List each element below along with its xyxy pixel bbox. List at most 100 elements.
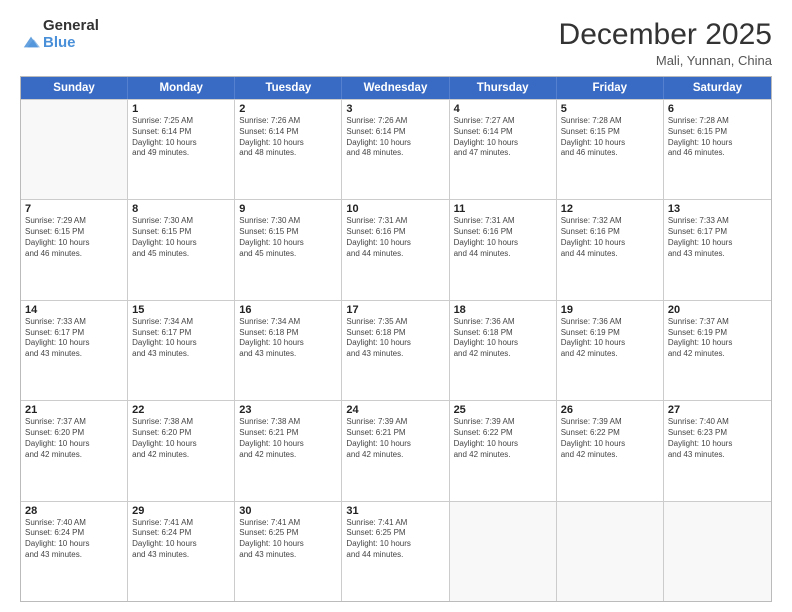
day-number: 8	[132, 203, 230, 215]
day-number: 11	[454, 203, 552, 215]
location: Mali, Yunnan, China	[559, 53, 772, 68]
calendar-row-4: 28Sunrise: 7:40 AM Sunset: 6:24 PM Dayli…	[21, 501, 771, 601]
day-info: Sunrise: 7:39 AM Sunset: 6:22 PM Dayligh…	[454, 417, 552, 460]
day-cell-20: 20Sunrise: 7:37 AM Sunset: 6:19 PM Dayli…	[664, 301, 771, 400]
day-number: 19	[561, 304, 659, 316]
day-info: Sunrise: 7:37 AM Sunset: 6:20 PM Dayligh…	[25, 417, 123, 460]
day-number: 1	[132, 103, 230, 115]
day-number: 13	[668, 203, 767, 215]
day-number: 27	[668, 404, 767, 416]
day-info: Sunrise: 7:41 AM Sunset: 6:25 PM Dayligh…	[239, 518, 337, 561]
title-block: December 2025 Mali, Yunnan, China	[559, 18, 772, 68]
weekday-thursday: Thursday	[450, 77, 557, 99]
day-info: Sunrise: 7:35 AM Sunset: 6:18 PM Dayligh…	[346, 317, 444, 360]
day-number: 2	[239, 103, 337, 115]
day-info: Sunrise: 7:28 AM Sunset: 6:15 PM Dayligh…	[561, 116, 659, 159]
day-info: Sunrise: 7:40 AM Sunset: 6:24 PM Dayligh…	[25, 518, 123, 561]
day-cell-17: 17Sunrise: 7:35 AM Sunset: 6:18 PM Dayli…	[342, 301, 449, 400]
day-cell-7: 7Sunrise: 7:29 AM Sunset: 6:15 PM Daylig…	[21, 200, 128, 299]
day-info: Sunrise: 7:41 AM Sunset: 6:24 PM Dayligh…	[132, 518, 230, 561]
day-number: 29	[132, 505, 230, 517]
logo-general: General	[43, 18, 99, 35]
day-info: Sunrise: 7:34 AM Sunset: 6:18 PM Dayligh…	[239, 317, 337, 360]
day-number: 21	[25, 404, 123, 416]
day-info: Sunrise: 7:33 AM Sunset: 6:17 PM Dayligh…	[25, 317, 123, 360]
day-cell-14: 14Sunrise: 7:33 AM Sunset: 6:17 PM Dayli…	[21, 301, 128, 400]
day-cell-1: 1Sunrise: 7:25 AM Sunset: 6:14 PM Daylig…	[128, 100, 235, 199]
day-cell-27: 27Sunrise: 7:40 AM Sunset: 6:23 PM Dayli…	[664, 401, 771, 500]
calendar-body: 1Sunrise: 7:25 AM Sunset: 6:14 PM Daylig…	[21, 99, 771, 601]
weekday-sunday: Sunday	[21, 77, 128, 99]
day-info: Sunrise: 7:39 AM Sunset: 6:22 PM Dayligh…	[561, 417, 659, 460]
day-info: Sunrise: 7:29 AM Sunset: 6:15 PM Dayligh…	[25, 216, 123, 259]
weekday-wednesday: Wednesday	[342, 77, 449, 99]
weekday-monday: Monday	[128, 77, 235, 99]
day-info: Sunrise: 7:33 AM Sunset: 6:17 PM Dayligh…	[668, 216, 767, 259]
day-number: 30	[239, 505, 337, 517]
day-info: Sunrise: 7:40 AM Sunset: 6:23 PM Dayligh…	[668, 417, 767, 460]
day-cell-9: 9Sunrise: 7:30 AM Sunset: 6:15 PM Daylig…	[235, 200, 342, 299]
day-cell-21: 21Sunrise: 7:37 AM Sunset: 6:20 PM Dayli…	[21, 401, 128, 500]
day-info: Sunrise: 7:31 AM Sunset: 6:16 PM Dayligh…	[346, 216, 444, 259]
calendar-row-1: 7Sunrise: 7:29 AM Sunset: 6:15 PM Daylig…	[21, 199, 771, 299]
day-cell-19: 19Sunrise: 7:36 AM Sunset: 6:19 PM Dayli…	[557, 301, 664, 400]
day-cell-12: 12Sunrise: 7:32 AM Sunset: 6:16 PM Dayli…	[557, 200, 664, 299]
day-cell-30: 30Sunrise: 7:41 AM Sunset: 6:25 PM Dayli…	[235, 502, 342, 601]
day-cell-3: 3Sunrise: 7:26 AM Sunset: 6:14 PM Daylig…	[342, 100, 449, 199]
day-info: Sunrise: 7:34 AM Sunset: 6:17 PM Dayligh…	[132, 317, 230, 360]
calendar-row-0: 1Sunrise: 7:25 AM Sunset: 6:14 PM Daylig…	[21, 99, 771, 199]
day-info: Sunrise: 7:32 AM Sunset: 6:16 PM Dayligh…	[561, 216, 659, 259]
day-number: 12	[561, 203, 659, 215]
day-number: 18	[454, 304, 552, 316]
day-number: 9	[239, 203, 337, 215]
day-cell-4: 4Sunrise: 7:27 AM Sunset: 6:14 PM Daylig…	[450, 100, 557, 199]
day-info: Sunrise: 7:26 AM Sunset: 6:14 PM Dayligh…	[239, 116, 337, 159]
day-cell-25: 25Sunrise: 7:39 AM Sunset: 6:22 PM Dayli…	[450, 401, 557, 500]
day-info: Sunrise: 7:38 AM Sunset: 6:20 PM Dayligh…	[132, 417, 230, 460]
day-number: 6	[668, 103, 767, 115]
day-cell-10: 10Sunrise: 7:31 AM Sunset: 6:16 PM Dayli…	[342, 200, 449, 299]
day-number: 25	[454, 404, 552, 416]
weekday-tuesday: Tuesday	[235, 77, 342, 99]
day-number: 28	[25, 505, 123, 517]
day-number: 20	[668, 304, 767, 316]
day-number: 4	[454, 103, 552, 115]
weekday-saturday: Saturday	[664, 77, 771, 99]
day-cell-29: 29Sunrise: 7:41 AM Sunset: 6:24 PM Dayli…	[128, 502, 235, 601]
day-cell-18: 18Sunrise: 7:36 AM Sunset: 6:18 PM Dayli…	[450, 301, 557, 400]
day-cell-23: 23Sunrise: 7:38 AM Sunset: 6:21 PM Dayli…	[235, 401, 342, 500]
day-info: Sunrise: 7:36 AM Sunset: 6:18 PM Dayligh…	[454, 317, 552, 360]
day-info: Sunrise: 7:39 AM Sunset: 6:21 PM Dayligh…	[346, 417, 444, 460]
day-info: Sunrise: 7:41 AM Sunset: 6:25 PM Dayligh…	[346, 518, 444, 561]
day-number: 10	[346, 203, 444, 215]
day-info: Sunrise: 7:37 AM Sunset: 6:19 PM Dayligh…	[668, 317, 767, 360]
empty-cell-0-0	[21, 100, 128, 199]
day-cell-2: 2Sunrise: 7:26 AM Sunset: 6:14 PM Daylig…	[235, 100, 342, 199]
empty-cell-4-6	[664, 502, 771, 601]
day-number: 24	[346, 404, 444, 416]
weekday-friday: Friday	[557, 77, 664, 99]
day-cell-24: 24Sunrise: 7:39 AM Sunset: 6:21 PM Dayli…	[342, 401, 449, 500]
day-cell-8: 8Sunrise: 7:30 AM Sunset: 6:15 PM Daylig…	[128, 200, 235, 299]
day-number: 5	[561, 103, 659, 115]
day-cell-15: 15Sunrise: 7:34 AM Sunset: 6:17 PM Dayli…	[128, 301, 235, 400]
day-info: Sunrise: 7:30 AM Sunset: 6:15 PM Dayligh…	[239, 216, 337, 259]
day-cell-16: 16Sunrise: 7:34 AM Sunset: 6:18 PM Dayli…	[235, 301, 342, 400]
header: General Blue December 2025 Mali, Yunnan,…	[20, 18, 772, 68]
day-cell-5: 5Sunrise: 7:28 AM Sunset: 6:15 PM Daylig…	[557, 100, 664, 199]
day-number: 17	[346, 304, 444, 316]
day-info: Sunrise: 7:31 AM Sunset: 6:16 PM Dayligh…	[454, 216, 552, 259]
day-number: 22	[132, 404, 230, 416]
month-title: December 2025	[559, 18, 772, 51]
day-cell-13: 13Sunrise: 7:33 AM Sunset: 6:17 PM Dayli…	[664, 200, 771, 299]
day-number: 16	[239, 304, 337, 316]
day-cell-6: 6Sunrise: 7:28 AM Sunset: 6:15 PM Daylig…	[664, 100, 771, 199]
day-cell-31: 31Sunrise: 7:41 AM Sunset: 6:25 PM Dayli…	[342, 502, 449, 601]
logo-blue: Blue	[43, 35, 99, 52]
day-cell-11: 11Sunrise: 7:31 AM Sunset: 6:16 PM Dayli…	[450, 200, 557, 299]
calendar-row-2: 14Sunrise: 7:33 AM Sunset: 6:17 PM Dayli…	[21, 300, 771, 400]
logo: General Blue	[20, 18, 99, 51]
empty-cell-4-5	[557, 502, 664, 601]
day-number: 14	[25, 304, 123, 316]
day-info: Sunrise: 7:25 AM Sunset: 6:14 PM Dayligh…	[132, 116, 230, 159]
